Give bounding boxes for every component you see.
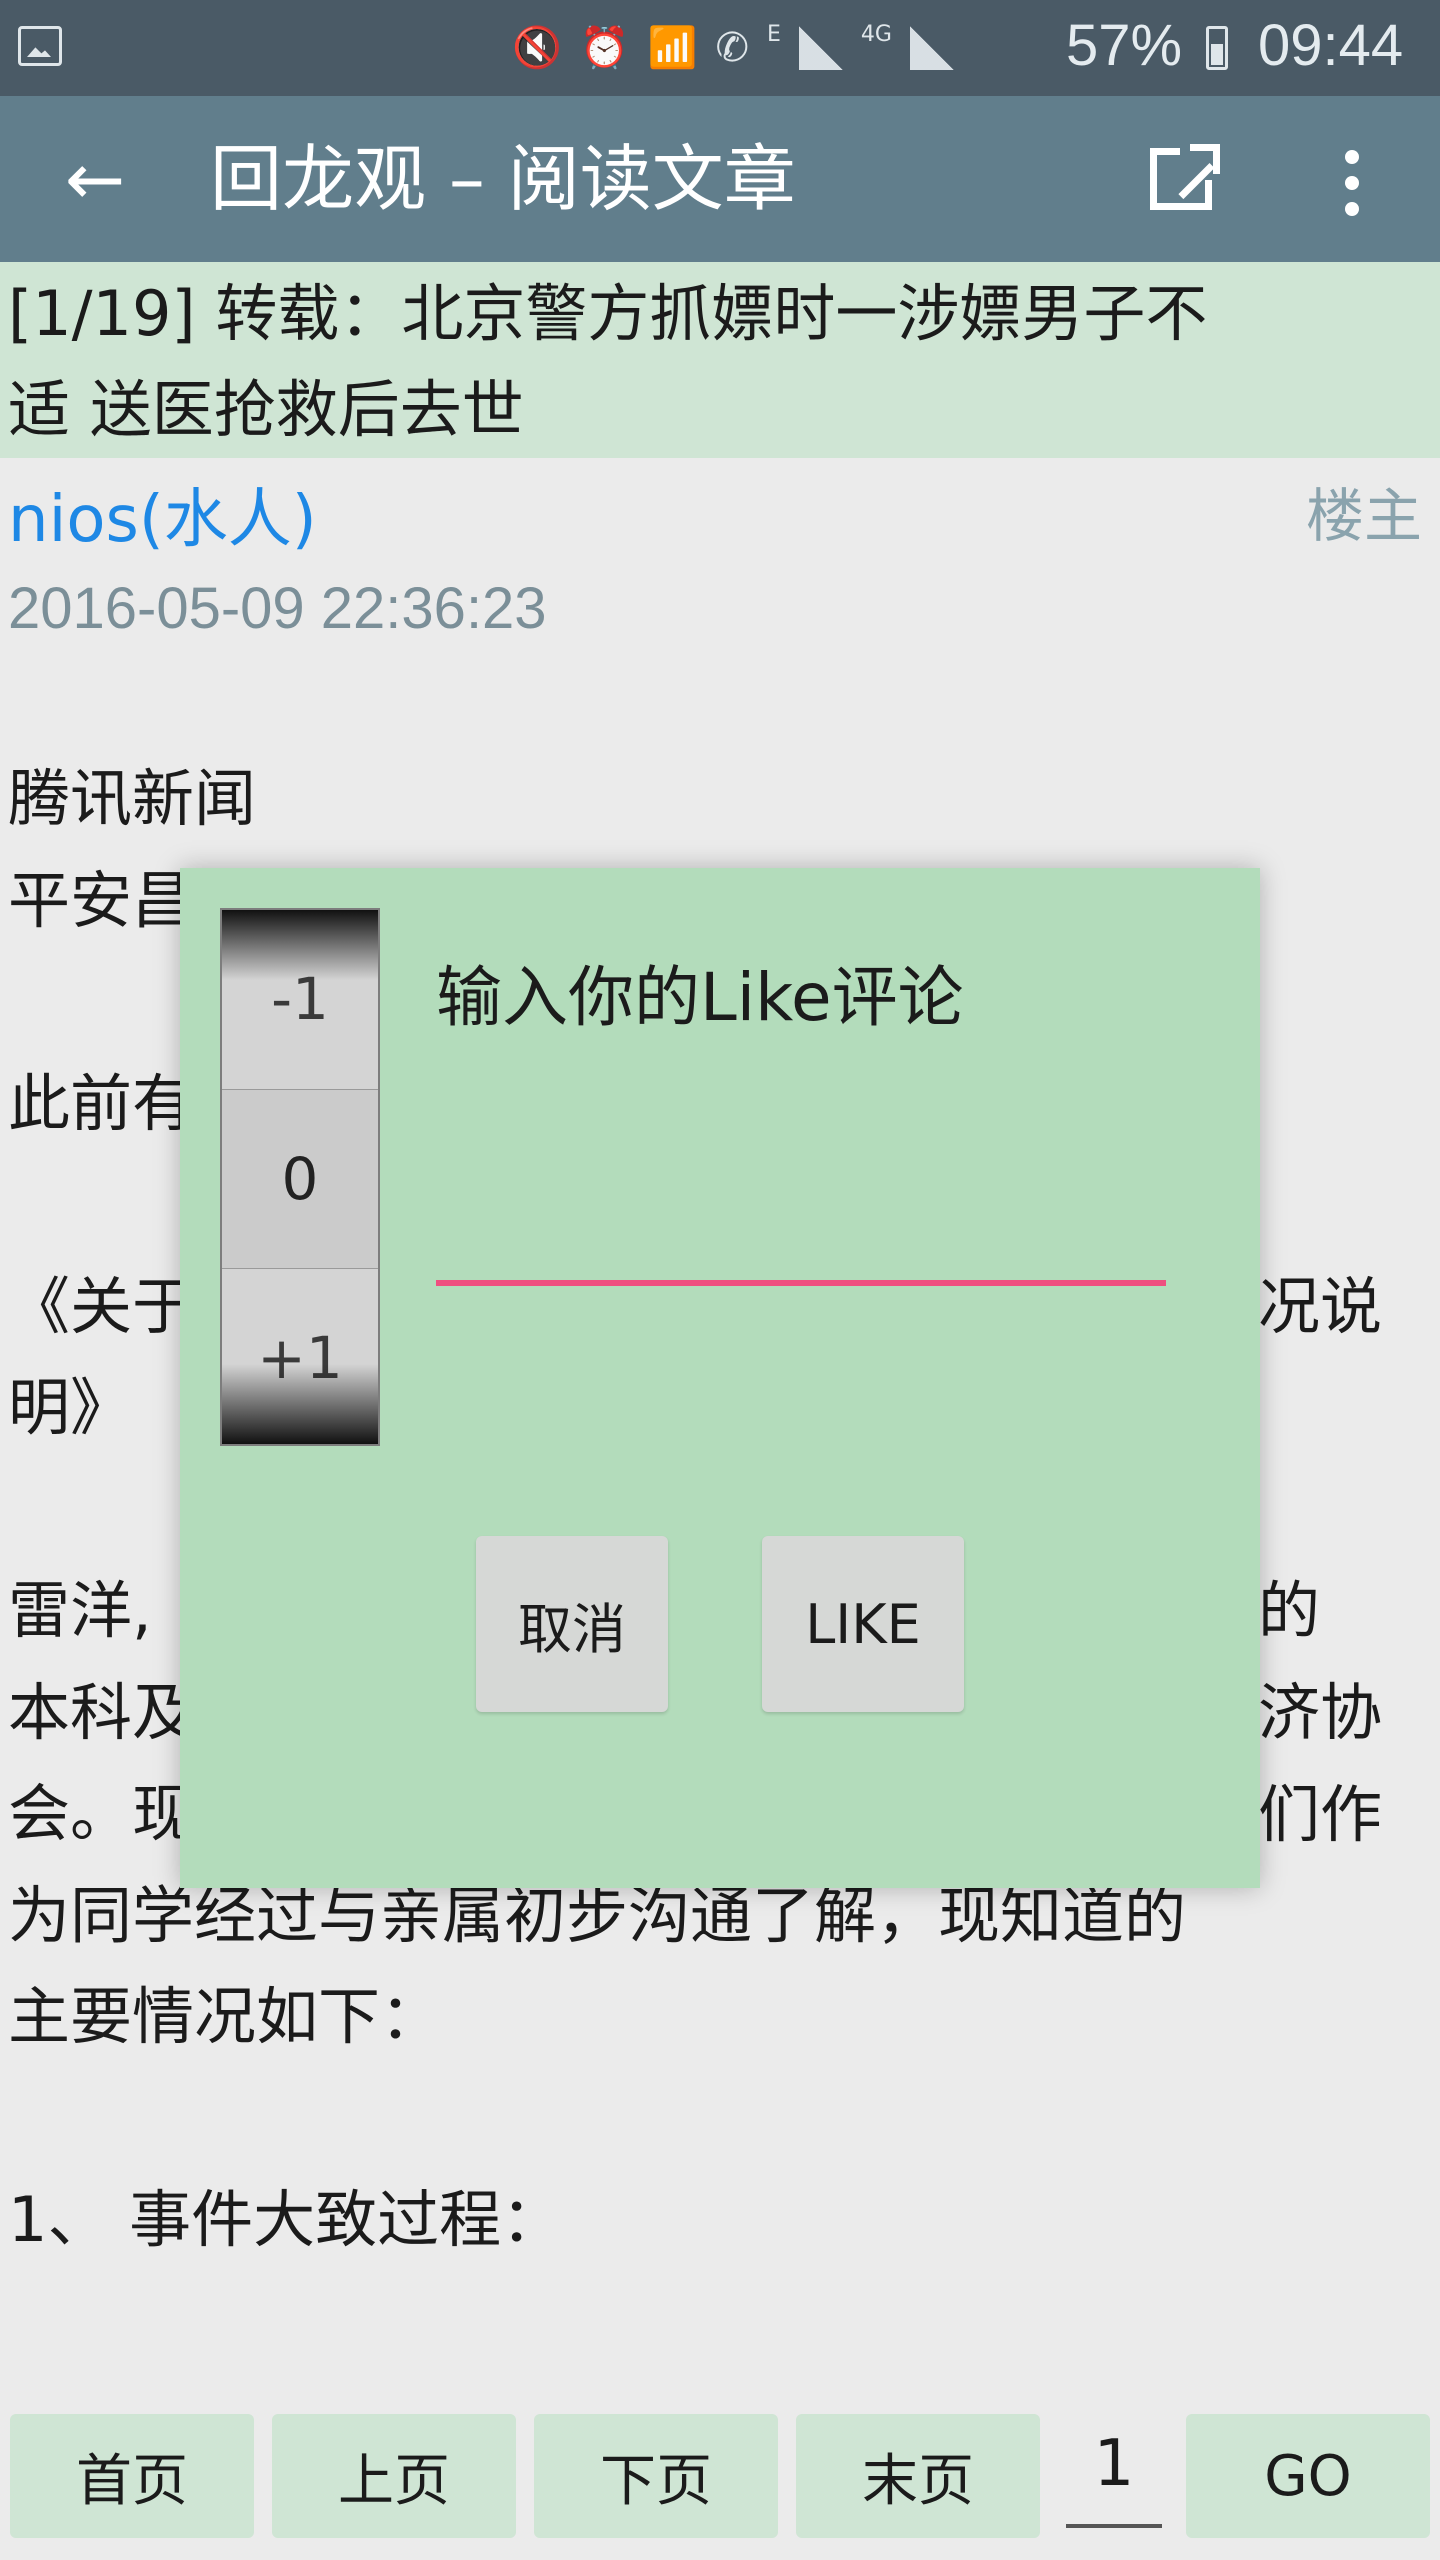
like-button[interactable]: LIKE [762,1536,964,1712]
cancel-button[interactable]: 取消 [476,1536,668,1712]
like-comment-input[interactable] [436,1108,1166,1286]
picker-selected-option[interactable]: 0 [222,1089,378,1269]
like-dialog: -1 0 +1 输入你的Like评论 取消 LIKE [180,868,1260,1888]
dialog-overlay: -1 0 +1 输入你的Like评论 取消 LIKE [0,0,1440,2560]
like-value-picker[interactable]: -1 0 +1 [220,908,380,1446]
dialog-title: 输入你的Like评论 [436,959,964,1036]
